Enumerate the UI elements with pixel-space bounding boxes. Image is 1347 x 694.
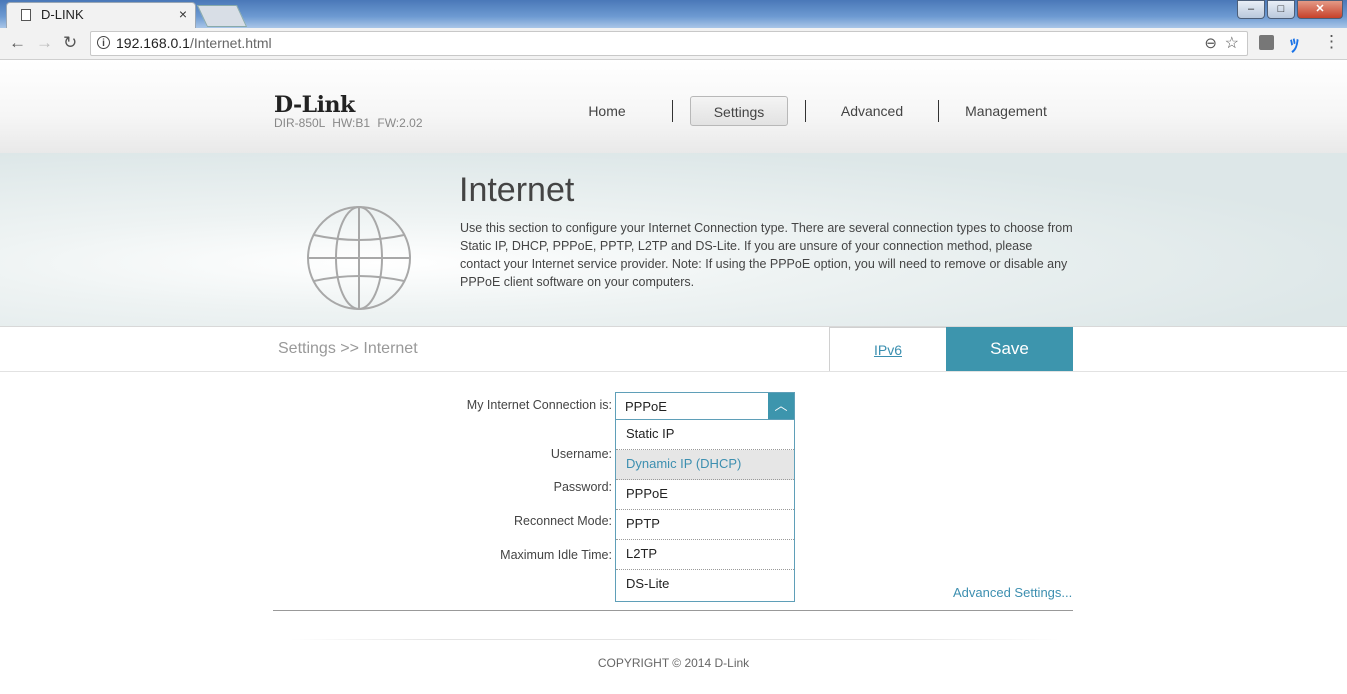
internet-settings-form: My Internet Connection is: PPPoE ︿ Stati… — [0, 371, 1347, 611]
url-path: /Internet.html — [189, 35, 272, 51]
ipv6-link[interactable]: IPv6 — [829, 327, 947, 371]
option-dynamic-ip[interactable]: Dynamic IP (DHCP) — [616, 450, 794, 480]
browser-toolbar: ← → ↻ i 192.168.0.1/Internet.html ⊖ ☆ ﾂ … — [0, 28, 1347, 60]
address-bar[interactable]: i 192.168.0.1/Internet.html ⊖ ☆ — [90, 31, 1248, 56]
reconnect-mode-label: Reconnect Mode: — [514, 514, 612, 528]
maximize-button[interactable]: □ — [1267, 0, 1295, 19]
browser-tab[interactable]: D-LINK × — [6, 2, 196, 28]
max-idle-time-label: Maximum Idle Time: — [500, 548, 612, 562]
nav-advanced[interactable]: Advanced — [826, 96, 918, 126]
minimize-button[interactable]: – — [1237, 0, 1265, 19]
browser-menu-icon[interactable]: ⋮ — [1323, 32, 1340, 52]
nav-home[interactable]: Home — [564, 96, 650, 126]
option-static-ip[interactable]: Static IP — [616, 420, 794, 450]
info-icon[interactable]: i — [97, 36, 110, 49]
tab-close-icon[interactable]: × — [179, 6, 187, 22]
option-pptp[interactable]: PPTP — [616, 510, 794, 540]
connection-type-select[interactable]: PPPoE ︿ — [615, 392, 795, 420]
nav-divider — [938, 100, 939, 122]
dlink-logo: D-Link — [274, 92, 355, 118]
nav-settings[interactable]: Settings — [690, 96, 788, 126]
nav-divider — [805, 100, 806, 122]
tab-title: D-LINK — [41, 7, 84, 22]
url-text: 192.168.0.1/Internet.html — [116, 35, 272, 51]
password-label: Password: — [553, 480, 612, 494]
bookmark-star-icon[interactable]: ☆ — [1225, 33, 1239, 53]
action-bar: Settings >> Internet IPv6 Save — [0, 327, 1347, 372]
reload-icon[interactable]: ↻ — [63, 33, 77, 53]
close-window-button[interactable]: ✕ — [1297, 0, 1343, 19]
back-arrow-icon[interactable]: ← — [9, 33, 26, 53]
browser-tab-strip: D-LINK × – □ ✕ — [0, 0, 1347, 28]
nav-divider — [672, 100, 673, 122]
window-controls: – □ ✕ — [1237, 0, 1343, 19]
connection-type-dropdown: Static IP Dynamic IP (DHCP) PPPoE PPTP L… — [615, 420, 795, 602]
page-icon — [21, 9, 31, 21]
option-ds-lite[interactable]: DS-Lite — [616, 570, 794, 600]
form-divider — [273, 610, 1073, 611]
option-pppoe[interactable]: PPPoE — [616, 480, 794, 510]
page-banner: Internet Use this section to configure y… — [0, 153, 1347, 327]
globe-icon — [307, 206, 411, 310]
model-info: DIR-850L HW:B1 FW:2.02 — [274, 116, 423, 130]
extension-icon[interactable] — [1259, 35, 1274, 50]
footer-divider — [290, 639, 1060, 640]
new-tab-button[interactable] — [196, 5, 248, 27]
username-label: Username: — [550, 447, 612, 461]
chevron-up-icon[interactable]: ︿ — [768, 393, 794, 419]
extension-bird-icon[interactable]: ﾂ — [1290, 32, 1299, 58]
forward-arrow-icon[interactable]: → — [36, 33, 53, 53]
copyright: COPYRIGHT © 2014 D-Link — [597, 656, 750, 670]
breadcrumb: Settings >> Internet — [278, 340, 418, 357]
connection-type-label: My Internet Connection is: — [466, 398, 612, 412]
option-l2tp[interactable]: L2TP — [616, 540, 794, 570]
advanced-settings-link[interactable]: Advanced Settings... — [953, 585, 1072, 600]
router-header: D-Link DIR-850L HW:B1 FW:2.02 Home Setti… — [0, 60, 1347, 154]
page-description: Use this section to configure your Inter… — [460, 221, 1073, 289]
save-button[interactable]: Save — [946, 327, 1073, 371]
url-host: 192.168.0.1 — [116, 35, 190, 51]
selected-connection-type: PPPoE — [625, 399, 667, 414]
zoom-icon[interactable]: ⊖ — [1204, 34, 1217, 52]
nav-management[interactable]: Management — [956, 96, 1056, 126]
page-title: Internet — [459, 171, 575, 209]
